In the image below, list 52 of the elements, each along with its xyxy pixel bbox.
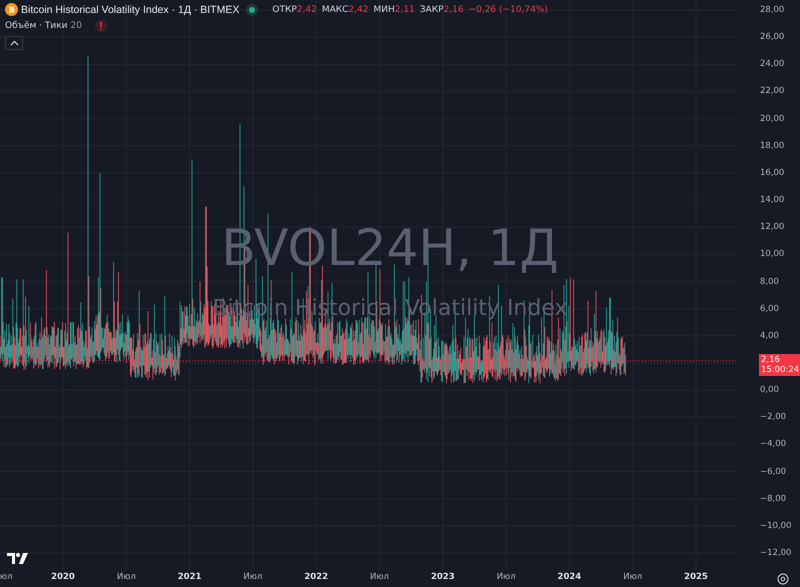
ohlc-label: ОТКР	[272, 4, 297, 14]
time-tick: Июл	[496, 572, 516, 582]
price-tick: 12,00	[760, 221, 784, 234]
price-tick: 4,00	[760, 330, 779, 343]
time-tick: юл	[0, 572, 13, 582]
coin-icon	[5, 3, 18, 16]
ohlc-label: МИН	[373, 4, 395, 14]
ohlc-value: 2,42	[296, 4, 317, 14]
indicator-value: 20	[70, 21, 82, 31]
settings-icon[interactable]	[777, 572, 789, 584]
price-tick: 24,00	[760, 58, 784, 72]
price-change: −0,26 (−10,74%)	[468, 4, 548, 14]
price-tick: −2,00	[760, 411, 786, 424]
time-tick: 2025	[684, 572, 708, 582]
price-tick: −6,00	[760, 466, 786, 479]
ohlc-value: 2,42	[348, 4, 368, 14]
price-tick: 26,00	[760, 31, 784, 44]
caret-icon	[10, 40, 18, 46]
time-tick: Июл	[116, 572, 136, 582]
ohlc-value: 2,16	[444, 4, 464, 14]
ohlc-value: 2,11	[394, 4, 415, 14]
price-tick: 16,00	[760, 166, 784, 180]
logo-icon[interactable]	[7, 553, 29, 565]
price-tick: −10,00	[760, 520, 792, 533]
time-tick: Июл	[370, 572, 389, 582]
price-tick: 14,00	[760, 194, 784, 208]
time-tick: Июл	[243, 572, 262, 582]
time-tick: 2024	[558, 572, 582, 582]
last-price: 2,16	[761, 354, 781, 365]
indicator-name[interactable]: Объём · Тики	[5, 21, 68, 31]
time-tick: 2022	[304, 572, 328, 582]
ohlc-label: ЗАКР	[420, 4, 444, 14]
warning-icon[interactable]	[95, 20, 107, 32]
time-tick: 2020	[51, 572, 75, 582]
symbol-title[interactable]: Bitcoin Historical Volatility Index · 1Д · BITMEX	[21, 4, 240, 16]
ohlc-label: МАКС	[322, 4, 348, 14]
price-tick: 6,00	[760, 302, 779, 316]
bar-countdown: 15:00:24	[761, 364, 798, 375]
time-tick: 2021	[178, 572, 202, 582]
price-tick: −12,00	[760, 547, 792, 560]
price-tick: −4,00	[760, 438, 786, 452]
price-tick: 10,00	[760, 248, 784, 262]
price-tick: 18,00	[760, 140, 784, 153]
price-tick: 22,00	[760, 85, 784, 98]
time-tick: Июл	[623, 572, 642, 582]
time-tick: 2023	[430, 572, 455, 582]
price-tick: 28,00	[760, 4, 784, 17]
price-tick: 20,00	[760, 112, 784, 126]
price-tick: 0,00	[760, 384, 779, 398]
collapse-button[interactable]	[5, 36, 23, 50]
price-tick: 8,00	[760, 276, 779, 288]
price-tick: −8,00	[760, 492, 786, 506]
